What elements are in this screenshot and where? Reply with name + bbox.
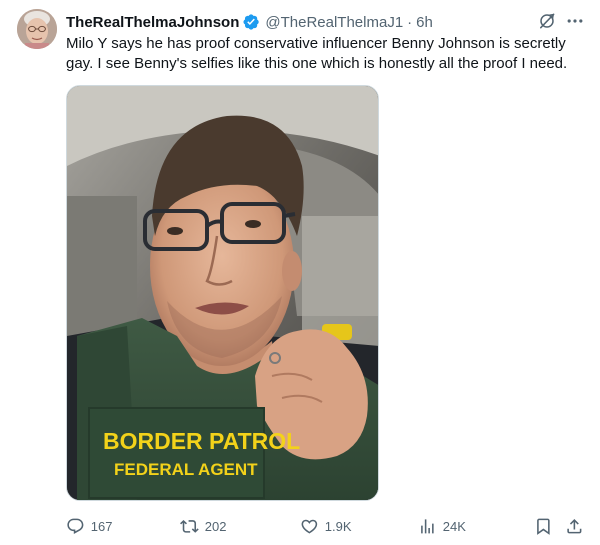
tweet-media-photo[interactable]: BORDER PATROL FEDERAL AGENT [66,85,379,501]
analytics-icon [421,518,434,534]
author-display-name[interactable]: TheRealThelmaJohnson [66,14,239,31]
repost-button[interactable]: 202 [180,512,226,540]
tweet-text: Milo Y says he has proof conservative in… [66,34,588,74]
header-separator: · [407,13,413,31]
tweet-text-line: gay. I see Benny's selfies like this one… [66,55,568,72]
avatar-image [17,9,57,49]
vest-patch-line2: FEDERAL AGENT [114,460,258,479]
like-count: 1.9K [324,518,352,534]
author-handle[interactable]: @TheRealThelmaJ1 [265,14,403,31]
author-avatar[interactable] [17,9,57,49]
views-count: 24K [442,518,466,534]
verified-badge-icon [243,14,260,30]
more-options-icon[interactable] [565,11,585,31]
vest-patch-line1: BORDER PATROL [103,428,300,454]
tweet-header: TheRealThelmaJohnson @TheRealThelmaJ1 · … [66,12,433,32]
repost-count: 202 [204,518,227,534]
reply-button[interactable]: 167 [66,512,112,540]
repost-icon [180,519,199,533]
share-icon [567,518,582,534]
tweet-text-line: Milo Y says he has proof conservative in… [66,35,566,52]
grok-icon[interactable] [537,11,557,31]
tweet-actions-bar: 167 202 1.9K 24K [0,512,600,540]
reply-count: 167 [90,518,113,534]
views-button[interactable]: 24K [418,512,466,540]
share-button[interactable] [565,512,584,540]
tweet-card[interactable]: TheRealThelmaJohnson @TheRealThelmaJ1 · … [0,0,600,545]
tweet-timestamp[interactable]: 6h [416,14,433,31]
heart-icon [301,519,318,534]
like-button[interactable]: 1.9K [300,512,352,540]
bookmark-button[interactable] [534,512,553,540]
selfie-photo: BORDER PATROL FEDERAL AGENT [67,86,378,500]
reply-icon [67,518,84,534]
bookmark-icon [537,518,550,535]
